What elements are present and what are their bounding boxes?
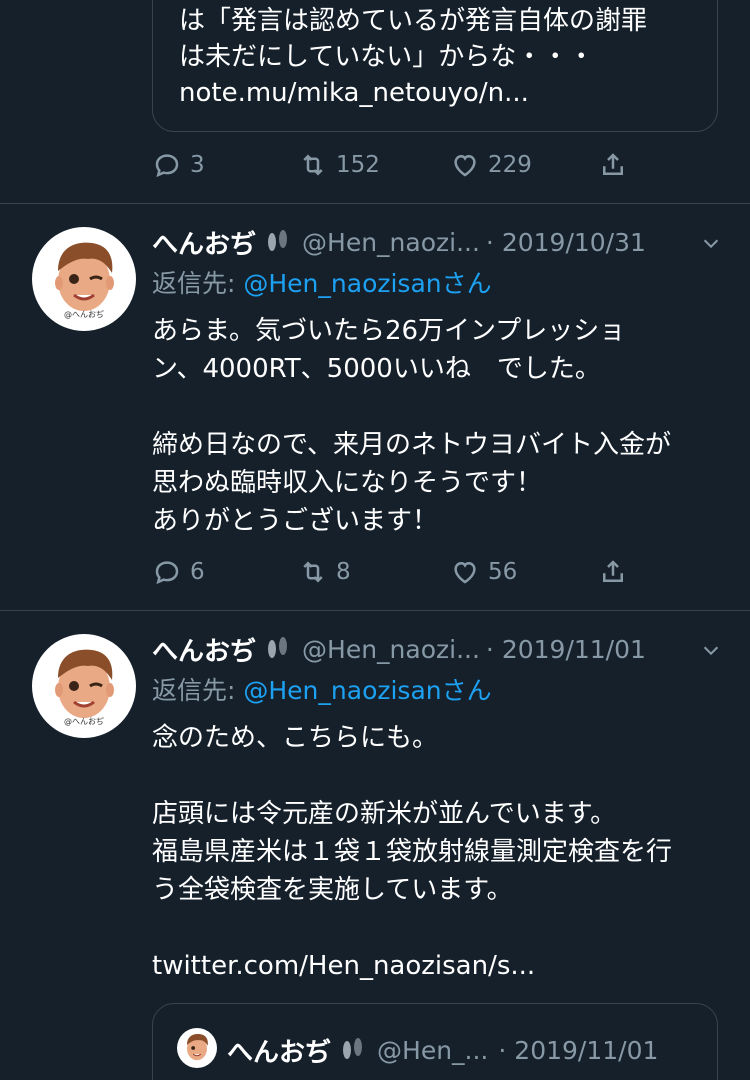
avatar[interactable]: @へんおぢ [32,227,136,331]
quoted-link[interactable]: note.mu/mika_netouyo/n... [179,75,529,111]
footprints-icon [337,1033,367,1067]
footprints-icon [262,225,292,259]
display-name: へんおぢ [227,1037,332,1068]
avatar[interactable]: @へんおぢ [32,634,136,738]
share-button[interactable] [598,145,628,185]
timestamp[interactable]: · 2019/11/01 [486,635,646,664]
username: @Hen_... [377,1035,489,1065]
retweet-button[interactable]: 152 [298,145,380,185]
quoted-tweet-card[interactable]: は「発言は認めているが発言自体の謝罪 は未だにしていない」からな・・・ note… [152,0,718,132]
reply-button[interactable]: 6 [152,552,205,592]
username[interactable]: @Hen_naozi... [302,228,480,257]
quoted-tweet-card[interactable]: へんおぢ @Hen_... · 2019/11/01 [152,1003,718,1080]
divider [0,610,750,611]
retweet-icon [303,561,323,583]
share-icon [603,153,623,175]
heart-icon [454,154,476,177]
avatar-caption: @へんおぢ [64,310,104,319]
reply-icon [155,561,179,585]
quoted-tweet-header: へんおぢ @Hen_... · 2019/11/01 [227,1030,658,1070]
heart-icon [454,561,476,584]
share-button[interactable] [598,552,628,592]
display-name[interactable]: へんおぢ [152,224,256,261]
tweet-header: へんおぢ @Hen_naozi... · 2019/10/31 [152,222,722,262]
reply-to-link[interactable]: @Hen_naozisan [243,269,441,298]
tweet-actions: 3 152 229 [152,145,652,185]
reply-context: 返信先: @Hen_naozisanさん [152,269,492,298]
tweet-text: 念のため、こちらにも。 店頭には令元産の新米が並んでいます。 福島県産米は１袋１… [152,719,722,985]
quoted-text-line: は未だにしていない」からな・・・ [179,42,595,72]
like-button[interactable]: 229 [450,145,532,185]
retweet-button[interactable]: 8 [298,552,351,592]
tweet-text: あらま。気づいたら26万インプレッショ ン、4000RT、5000いいね でした… [152,316,671,536]
timestamp: · 2019/11/01 [498,1035,659,1065]
tweet-header: へんおぢ @Hen_naozi... · 2019/11/01 [152,629,722,669]
chevron-down-icon[interactable] [700,639,722,661]
memoji-avatar-icon [187,1034,208,1061]
tweet-link[interactable]: twitter.com/Hen_naozisan/s... [152,947,722,985]
quoted-text-line: は「発言は認めているが発言自体の謝罪 [179,6,648,36]
avatar [177,1028,217,1068]
divider [0,203,750,204]
retweet-icon [303,154,323,176]
reply-icon [155,154,179,178]
footprints-icon [262,632,292,666]
timestamp[interactable]: · 2019/10/31 [486,228,646,257]
share-icon [603,560,623,582]
tweet-actions: 6 8 56 [152,552,652,592]
reply-button[interactable]: 3 [152,145,205,185]
like-button[interactable]: 56 [450,552,517,592]
display-name[interactable]: へんおぢ [152,631,256,668]
avatar-caption: @へんおぢ [64,717,104,726]
username[interactable]: @Hen_naozi... [302,635,480,664]
chevron-down-icon[interactable] [700,232,722,254]
reply-to-link[interactable]: @Hen_naozisan [243,676,441,705]
reply-context: 返信先: @Hen_naozisanさん [152,676,492,705]
